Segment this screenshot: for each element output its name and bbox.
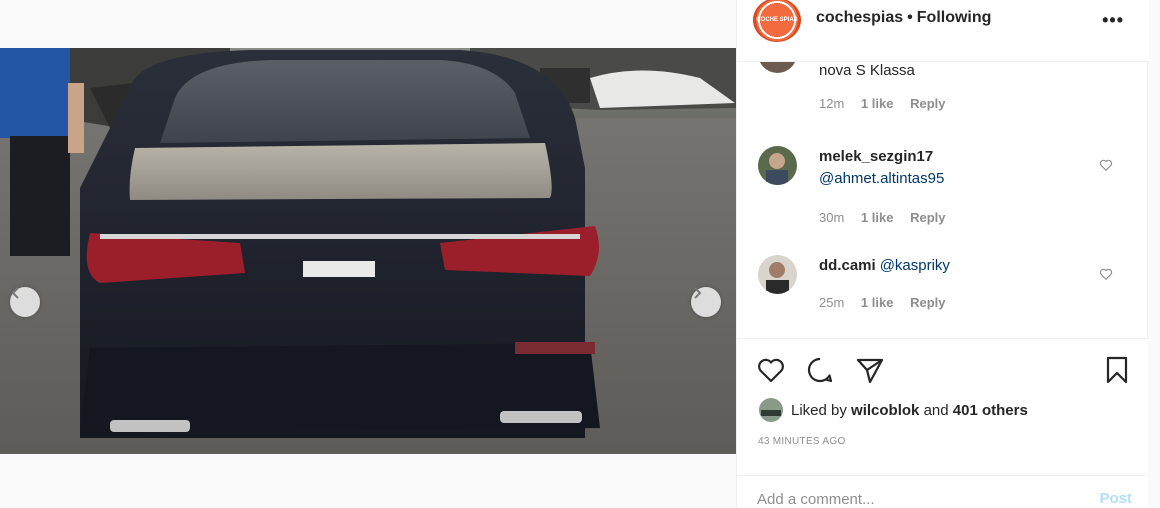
- carousel-prev-button[interactable]: [10, 287, 40, 317]
- comment-heart-icon[interactable]: [1099, 158, 1113, 172]
- comment-item: dd.cami @kaspriky 25m 1 like Reply: [737, 255, 1149, 335]
- comment-body: dd.cami @kaspriky: [819, 255, 950, 277]
- owner-avatar-logo: COCHE SPIAS: [756, 16, 798, 23]
- comment-reply-button[interactable]: Reply: [910, 96, 945, 111]
- liker-avatar[interactable]: [759, 398, 783, 422]
- instagram-post-view: COCHE SPIAS cochespias • Following ••• nov…: [0, 0, 1160, 508]
- comment-meta: 25m 1 like Reply: [819, 295, 958, 310]
- comment-item: nova S Klassa 12m 1 like Reply: [737, 62, 1149, 126]
- car-photo: [0, 48, 736, 454]
- comment-reply-button[interactable]: Reply: [910, 210, 945, 225]
- comment-text: nova S Klassa: [819, 62, 915, 79]
- add-comment-input[interactable]: [757, 488, 1057, 508]
- page-background-strip: [1148, 0, 1160, 508]
- comment-mention[interactable]: @ahmet.altintas95: [819, 170, 944, 187]
- post-photo[interactable]: [0, 48, 736, 454]
- share-icon[interactable]: [855, 355, 885, 385]
- owner-avatar[interactable]: COCHE SPIAS: [753, 0, 801, 42]
- comment-body: melek_sezgin17 @ahmet.altintas95: [819, 146, 944, 190]
- commenter-avatar[interactable]: [758, 146, 797, 185]
- more-options-button[interactable]: •••: [1102, 10, 1124, 31]
- owner-username[interactable]: cochespias: [816, 9, 903, 26]
- post-actions: Liked by wilcoblok and 401 others 43 MIN…: [737, 338, 1149, 508]
- likes-prefix: Liked by: [791, 401, 847, 419]
- likes-middle: and: [923, 401, 949, 419]
- comment-time: 30m: [819, 210, 845, 225]
- heart-icon[interactable]: [756, 355, 786, 385]
- comment-reply-button[interactable]: Reply: [910, 295, 945, 310]
- comment-likes[interactable]: 1 like: [861, 210, 894, 225]
- chevron-left-icon: [11, 287, 19, 299]
- commenter-avatar[interactable]: [758, 62, 797, 73]
- comment-list: nova S Klassa 12m 1 like Reply melek_sez…: [737, 62, 1149, 338]
- owner-line: cochespias • Following: [816, 9, 991, 27]
- comment-username[interactable]: melek_sezgin17: [819, 148, 933, 165]
- likes-user[interactable]: wilcoblok: [851, 402, 919, 419]
- follow-status-button[interactable]: Following: [917, 9, 992, 26]
- comment-likes[interactable]: 1 like: [861, 295, 894, 310]
- commenter-avatar[interactable]: [758, 255, 797, 294]
- post-comment-button[interactable]: Post: [1099, 490, 1132, 507]
- owner-separator: •: [907, 9, 913, 26]
- comment-icon[interactable]: [805, 355, 835, 385]
- comment-item: melek_sezgin17 @ahmet.altintas95 30m 1 l…: [737, 146, 1149, 246]
- comment-time: 25m: [819, 295, 845, 310]
- chevron-right-icon: [694, 287, 702, 299]
- add-comment-bar: Post: [737, 475, 1149, 508]
- comment-meta: 30m 1 like Reply: [819, 210, 958, 225]
- comment-time: 12m: [819, 96, 845, 111]
- comment-mention[interactable]: @kaspriky: [880, 257, 950, 274]
- likes-summary: Liked by wilcoblok and 401 others: [759, 398, 1028, 422]
- post-side-panel: COCHE SPIAS cochespias • Following ••• nov…: [736, 0, 1149, 508]
- bookmark-icon[interactable]: [1102, 355, 1132, 385]
- post-timestamp: 43 MINUTES AGO: [758, 436, 846, 447]
- likes-others[interactable]: 401 others: [953, 402, 1028, 419]
- post-header: COCHE SPIAS cochespias • Following •••: [737, 0, 1149, 62]
- comment-heart-icon[interactable]: [1099, 267, 1113, 281]
- comment-username[interactable]: dd.cami: [819, 257, 876, 274]
- comment-meta: 12m 1 like Reply: [819, 96, 958, 111]
- carousel-next-button[interactable]: [691, 287, 721, 317]
- comment-likes[interactable]: 1 like: [861, 96, 894, 111]
